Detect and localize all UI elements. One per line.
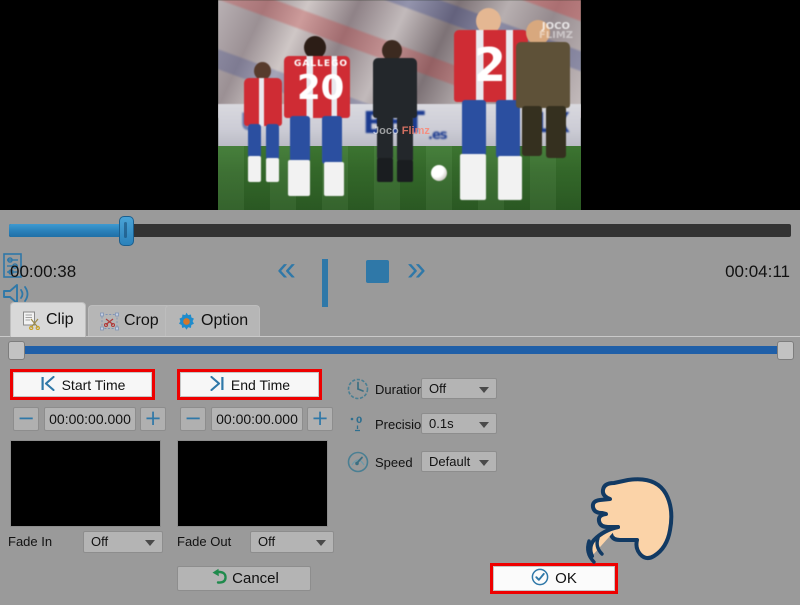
- fast-forward-icon[interactable]: »: [407, 252, 426, 286]
- precision-dropdown[interactable]: 0.1s: [421, 413, 497, 434]
- seek-thumb-handle[interactable]: [119, 216, 134, 246]
- player-number-text: 20: [297, 68, 345, 108]
- video-frame: U BET .es 1X GALLEGO 20: [218, 0, 581, 210]
- duration-label: Duration: [375, 382, 425, 397]
- current-time-label: 00:00:38: [10, 262, 77, 281]
- tab-option-label: Option: [201, 312, 249, 329]
- seek-bar-row[interactable]: [0, 213, 800, 248]
- total-time-label: 00:04:11: [725, 262, 790, 281]
- trim-range-slider[interactable]: [0, 340, 800, 360]
- tab-clip[interactable]: Clip: [10, 302, 86, 337]
- ok-button-highlight: [490, 563, 618, 594]
- tab-bar: Clip Crop Option: [0, 300, 800, 337]
- start-time-input[interactable]: 00:00:00.000: [44, 407, 136, 431]
- fade-in-label: Fade In: [8, 534, 53, 549]
- clock-icon: [346, 377, 370, 401]
- fade-out-value: Off: [258, 534, 276, 549]
- video-watermark: Joco Flimz: [373, 125, 430, 137]
- fade-out-dropdown[interactable]: Off: [250, 531, 334, 553]
- gear-icon: [177, 312, 196, 331]
- start-time-decrement-button[interactable]: −: [13, 407, 39, 431]
- cancel-button[interactable]: Cancel: [177, 566, 311, 591]
- precision-value: 0.1s: [429, 416, 454, 431]
- stop-icon[interactable]: [366, 260, 390, 284]
- player-number-text: 2: [474, 38, 507, 92]
- start-time-highlight: [10, 369, 155, 400]
- football-ball: [431, 165, 447, 181]
- trim-track[interactable]: [12, 346, 788, 354]
- end-time-input[interactable]: 00:00:00.000: [211, 407, 303, 431]
- tab-crop-label: Crop: [124, 312, 159, 329]
- decimal-zero-icon: 0: [348, 414, 368, 434]
- trim-handle-right[interactable]: [777, 341, 794, 360]
- speedometer-icon: [346, 450, 370, 474]
- end-time-increment-button[interactable]: +: [307, 407, 333, 431]
- end-time-highlight: [177, 369, 322, 400]
- chevron-down-icon: [316, 540, 326, 546]
- rewind-icon[interactable]: «: [277, 252, 296, 286]
- chevron-down-icon: [479, 387, 489, 393]
- watermark-prefix: Joco: [373, 125, 402, 137]
- end-frame-thumbnail[interactable]: [177, 440, 328, 527]
- fade-out-label: Fade Out: [177, 534, 232, 549]
- transport-controls-row: 00:00:38 « » 00:04:11: [0, 252, 800, 307]
- speed-value: Default: [429, 454, 471, 469]
- board-text-mid-small: .es: [428, 128, 447, 143]
- pause-icon[interactable]: [322, 259, 342, 307]
- svg-text:0: 0: [356, 416, 362, 426]
- trim-handle-left[interactable]: [8, 341, 25, 360]
- start-frame-thumbnail[interactable]: [10, 440, 161, 527]
- tab-crop[interactable]: Crop: [88, 305, 171, 336]
- chevron-down-icon: [479, 422, 489, 428]
- chevron-down-icon: [145, 540, 155, 546]
- tab-option[interactable]: Option: [165, 305, 261, 336]
- fade-in-value: Off: [91, 534, 109, 549]
- fade-in-dropdown[interactable]: Off: [83, 531, 163, 553]
- speed-label: Speed: [375, 455, 413, 470]
- duration-dropdown[interactable]: Off: [421, 378, 497, 399]
- end-time-decrement-button[interactable]: −: [180, 407, 206, 431]
- undo-arrow-icon: [209, 568, 229, 590]
- cancel-button-label: Cancel: [232, 570, 279, 587]
- seek-progress-fill: [9, 224, 134, 237]
- start-time-increment-button[interactable]: +: [140, 407, 166, 431]
- duration-value: Off: [429, 381, 447, 396]
- clip-scissors-icon: [22, 311, 41, 330]
- crop-scissors-icon: [100, 312, 119, 331]
- watermark-suffix: Flimz: [401, 125, 430, 137]
- chevron-down-icon: [479, 460, 489, 466]
- speed-dropdown[interactable]: Default: [421, 451, 497, 472]
- tab-clip-label: Clip: [46, 311, 74, 328]
- channel-logo: JOCO FLIMZ: [538, 22, 573, 41]
- logo-line-2: FLIMZ: [538, 30, 573, 41]
- video-preview-area[interactable]: U BET .es 1X GALLEGO 20: [0, 0, 800, 210]
